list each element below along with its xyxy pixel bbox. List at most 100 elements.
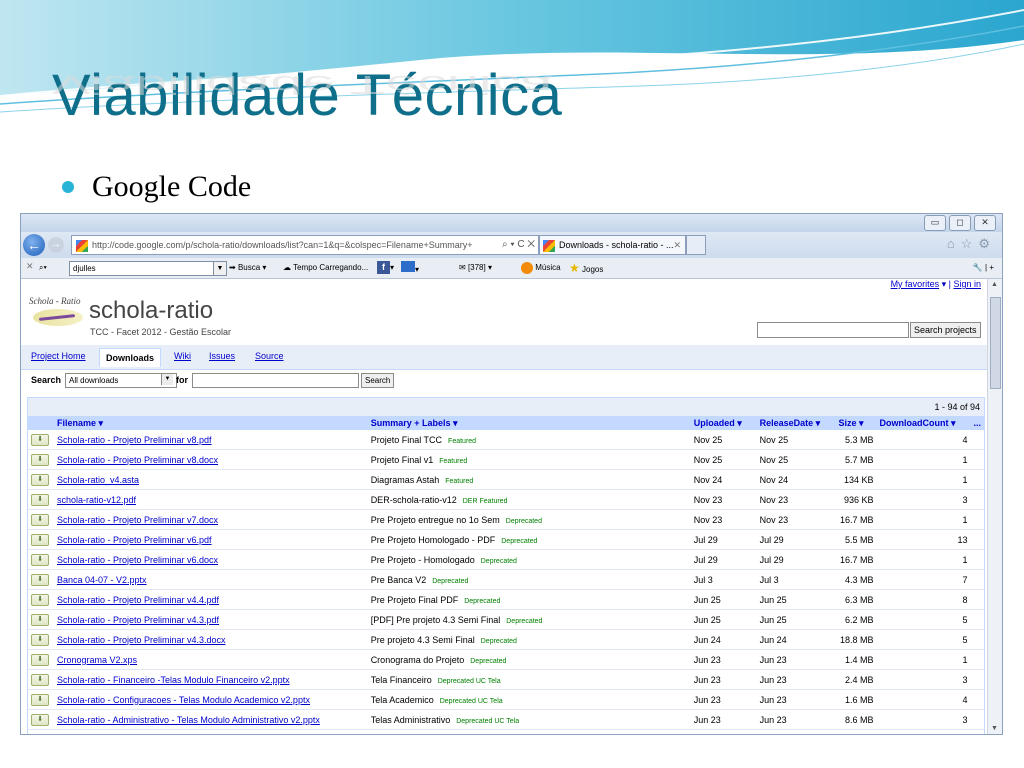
file-link[interactable]: Schola-ratio - Projeto Preliminar v6.pdf xyxy=(57,535,212,545)
vertical-scrollbar[interactable]: ▲ ▼ xyxy=(987,279,1002,734)
toolbar-search-icon[interactable]: ⌕▾ xyxy=(39,261,47,275)
scrollbar-thumb[interactable] xyxy=(990,297,1001,389)
label-tag[interactable]: Deprecated xyxy=(506,518,542,525)
toolbar-dropdown-icon[interactable]: ▼ xyxy=(213,261,227,276)
download-icon[interactable]: ⬇ xyxy=(31,654,49,666)
project-logo[interactable]: Schola - Ratio xyxy=(27,296,85,336)
download-icon[interactable]: ⬇ xyxy=(31,614,49,626)
forward-button[interactable]: → xyxy=(48,237,64,253)
tab-source[interactable]: Source xyxy=(255,351,284,361)
sign-in-link[interactable]: Sign in xyxy=(953,279,981,289)
search-projects-button[interactable]: Search projects xyxy=(910,322,981,338)
label-tag[interactable]: Deprecated UC Tela xyxy=(438,678,501,685)
label-tag[interactable]: Deprecated UC Tela xyxy=(456,718,519,725)
back-button[interactable]: ← xyxy=(23,234,45,256)
file-link[interactable]: Schola-ratio - Projeto Preliminar v8.pdf xyxy=(57,435,212,445)
label-tag[interactable]: DER Featured xyxy=(463,498,508,505)
toolbar-games[interactable]: ★ Jogos xyxy=(569,261,603,277)
address-bar[interactable]: http://code.google.com/p/schola-ratio/do… xyxy=(71,235,539,255)
download-icon[interactable]: ⬇ xyxy=(31,674,49,686)
label-tag[interactable]: Deprecated xyxy=(501,538,537,545)
toolbar-wrench-icon[interactable]: 🔧 | + xyxy=(973,261,994,275)
toolbar-music[interactable]: Música xyxy=(521,261,561,275)
download-cell: ⬇ xyxy=(28,589,54,610)
select-dropdown-icon[interactable]: ▼ xyxy=(161,374,173,385)
home-icon[interactable]: ⌂ xyxy=(947,236,961,251)
filter-query-input[interactable] xyxy=(192,373,359,388)
label-tag[interactable]: Deprecated xyxy=(464,598,500,605)
toolbar-close-icon[interactable]: ✕ xyxy=(26,261,34,272)
header-downloadcount[interactable]: DownloadCount ▾ xyxy=(876,416,971,430)
label-tag[interactable]: Deprecated xyxy=(432,578,468,585)
download-icon[interactable]: ⬇ xyxy=(31,534,49,546)
file-link[interactable]: Schola-ratio - Projeto Preliminar v4.4.p… xyxy=(57,595,219,605)
download-icon[interactable]: ⬇ xyxy=(31,494,49,506)
label-tag[interactable]: Deprecated xyxy=(481,558,517,565)
label-tag[interactable]: Featured xyxy=(448,438,476,445)
download-icon[interactable]: ⬇ xyxy=(31,474,49,486)
my-favorites-link[interactable]: My favorites xyxy=(891,279,940,289)
tab-project-home[interactable]: Project Home xyxy=(31,351,86,361)
tab-issues[interactable]: Issues xyxy=(209,351,235,361)
label-tag[interactable]: Deprecated xyxy=(470,658,506,665)
toolbar-user-field[interactable]: djulles xyxy=(69,261,214,276)
minimize-button[interactable]: ▭ xyxy=(924,215,946,231)
file-link[interactable]: schola-ratio-v12.pdf xyxy=(57,495,136,505)
music-icon xyxy=(521,261,533,274)
toolbar-count[interactable]: ✉ [378] ▾ xyxy=(459,261,492,275)
tab-downloads[interactable]: Downloads xyxy=(99,348,162,367)
file-link[interactable]: Schola-ratio - Projeto Preliminar v4.3.p… xyxy=(57,615,219,625)
new-tab-button[interactable] xyxy=(686,235,706,255)
address-controls[interactable]: ⌕ ▾ C ✕ xyxy=(502,236,535,254)
header-summary[interactable]: Summary + Labels ▾ xyxy=(367,416,691,430)
download-icon[interactable]: ⬇ xyxy=(31,694,49,706)
tab-close-icon[interactable]: ✕ xyxy=(673,236,681,254)
label-tag[interactable]: Deprecated xyxy=(506,618,542,625)
label-tag[interactable]: Deprecated xyxy=(481,638,517,645)
file-link[interactable]: Schola-ratio - Financeiro -Telas Modulo … xyxy=(57,675,290,685)
label-tag[interactable]: Featured xyxy=(439,458,467,465)
file-link[interactable]: Cronograma V2.xps xyxy=(57,655,137,665)
file-link[interactable]: Banca 04-07 - V2.pptx xyxy=(57,575,147,585)
summary-cell: Pre Projeto Homologado - PDF Deprecated xyxy=(367,529,691,550)
download-icon[interactable]: ⬇ xyxy=(31,714,49,726)
header-size[interactable]: Size ▾ xyxy=(835,416,877,430)
scroll-up-icon[interactable]: ▲ xyxy=(991,281,998,288)
header-filename[interactable]: Filename ▾ xyxy=(53,416,368,430)
favorites-star-icon[interactable]: ☆ xyxy=(961,236,979,251)
header-releasedate[interactable]: ReleaseDate ▾ xyxy=(756,416,836,430)
header-more[interactable]: ... xyxy=(970,416,984,430)
filter-search-button[interactable]: Search xyxy=(361,373,395,388)
download-icon[interactable]: ⬇ xyxy=(31,594,49,606)
file-link[interactable]: Schola-ratio - Projeto Preliminar v4.3.d… xyxy=(57,635,226,645)
maximize-button[interactable]: ◻ xyxy=(949,215,971,231)
file-link[interactable]: Schola-ratio - Projeto Preliminar v6.doc… xyxy=(57,555,218,565)
file-link[interactable]: Schola-ratio - Projeto Preliminar v7.doc… xyxy=(57,515,218,525)
download-icon[interactable]: ⬇ xyxy=(31,454,49,466)
settings-gear-icon[interactable]: ⚙ xyxy=(978,236,996,251)
file-link[interactable]: Schola-ratio - Configuracoes - Telas Mod… xyxy=(57,695,310,705)
download-icon[interactable]: ⬇ xyxy=(31,634,49,646)
download-icon[interactable]: ⬇ xyxy=(31,574,49,586)
close-window-button[interactable]: ✕ xyxy=(974,215,996,231)
download-icon[interactable]: ⬇ xyxy=(31,434,49,446)
table-row: ⬇ Cronograma V2.xps Cronograma do Projeto D… xyxy=(28,649,984,670)
search-projects-input[interactable] xyxy=(757,322,909,338)
tab-wiki[interactable]: Wiki xyxy=(174,351,191,361)
toolbar-busca[interactable]: ➡ Busca ▾ xyxy=(229,261,266,275)
download-count-cell: 7 xyxy=(876,569,971,590)
download-icon[interactable]: ⬇ xyxy=(31,554,49,566)
toolbar-weather[interactable]: ☁ Tempo Carregando... xyxy=(283,261,368,275)
summary-text: Pre projeto 4.3 Semi Final xyxy=(370,634,475,645)
toolbar-mail[interactable]: ▾ xyxy=(401,261,419,277)
header-uploaded[interactable]: Uploaded ▾ xyxy=(690,416,757,430)
file-link[interactable]: Schola-ratio - Projeto Preliminar v8.doc… xyxy=(57,455,218,465)
scroll-down-icon[interactable]: ▼ xyxy=(991,725,998,732)
file-link[interactable]: Schola-ratio_v4.asta xyxy=(57,475,139,485)
label-tag[interactable]: Deprecated UC Tela xyxy=(440,698,503,705)
label-tag[interactable]: Featured xyxy=(445,478,473,485)
toolbar-facebook[interactable]: f ▾ xyxy=(377,261,394,275)
file-link[interactable]: Schola-ratio - Administrativo - Telas Mo… xyxy=(57,715,320,725)
browser-tab-downloads[interactable]: Downloads - schola-ratio - ... ✕ xyxy=(539,235,686,255)
download-icon[interactable]: ⬇ xyxy=(31,514,49,526)
